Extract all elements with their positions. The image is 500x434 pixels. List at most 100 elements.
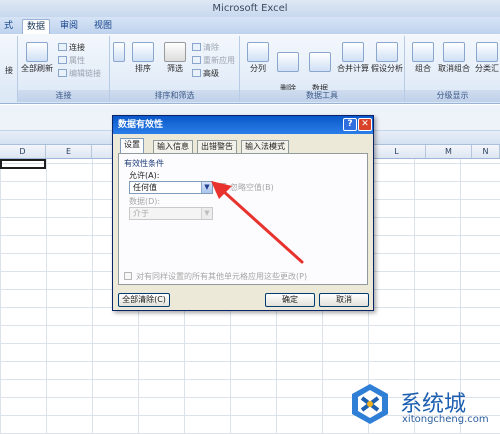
reapply-icon [192,56,201,64]
criteria-heading: 有效性条件 [124,159,164,168]
remove-duplicates-icon [277,52,299,72]
consolidate-icon [342,42,364,62]
edit-links-label: 编辑链接 [69,69,101,78]
advanced-filter-label: 高级 [203,69,219,78]
help-icon: ? [347,119,353,129]
properties-button[interactable]: 属性 [58,55,85,66]
edit-links-icon [58,69,67,77]
consolidate-button[interactable]: 合并计算 [336,42,370,74]
subtotal-label: 分类汇 [475,64,499,73]
column-header-m[interactable]: M [426,145,472,159]
clear-all-button[interactable]: 全部清除(C) [118,293,170,307]
dialog-tab-input-message[interactable]: 输入信息 [153,140,193,153]
watermark-url: xitongcheng.com [402,414,489,425]
what-if-analysis-button[interactable]: 假设分析 [369,42,405,74]
reapply-button[interactable]: 重新应用 [192,55,235,66]
window-title: Microsoft Excel [0,0,500,17]
tab-data[interactable]: 数据 [22,19,51,34]
sort-button[interactable]: 排序 [128,42,158,74]
split-label: 分列 [250,64,266,73]
data-value: 介于 [133,209,149,218]
refresh-all-label: 全部刷新 [21,64,53,73]
data-label: 数据(D): [129,197,161,206]
watermark-logo-icon [352,384,388,424]
ribbon-group-data-tools: 分列 删除 重复项 数据 有效性 合并计算 假设分析 数据工具 [240,36,405,103]
dialog-tab-settings[interactable]: 设置 [120,138,144,154]
funnel-icon [164,42,186,62]
group-icon [412,42,434,62]
close-icon: ✕ [361,119,369,129]
filter-label: 筛选 [167,64,183,73]
column-header-d[interactable]: D [0,145,46,159]
sort-label: 排序 [135,64,151,73]
sort-az-button[interactable] [112,42,126,64]
clipped-button-label[interactable]: 接 [0,66,18,76]
tab-review[interactable]: 审阅 [56,19,82,34]
subtotal-icon [476,42,498,62]
data-tools-group-label: 数据工具 [240,90,404,102]
apply-all-checkbox[interactable] [124,272,132,280]
watermark: 系统城 xitongcheng.com [340,378,500,434]
ribbon: 接 全部刷新 连接 属性 编辑链接 连接 排序 筛选 清除 重新应用 高级 排序… [0,34,500,104]
reapply-label: 重新应用 [203,56,235,65]
clear-filter-icon [192,43,201,51]
consolidate-label: 合并计算 [337,64,369,73]
data-select[interactable]: 介于 ▼ [129,207,213,220]
dialog-tab-error-alert[interactable]: 出错警告 [197,140,237,153]
sort-icon [132,42,154,62]
advanced-filter-button[interactable]: 高级 [192,68,219,79]
chevron-down-icon[interactable]: ▼ [201,182,212,193]
ok-button[interactable]: 确定 [265,293,315,307]
check-icon: ✓ [219,183,225,191]
ungroup-label: 取消组合 [438,64,470,73]
connections-label: 连接 [69,43,85,52]
what-if-icon [376,42,398,62]
ungroup-button[interactable]: 取消组合 [437,42,471,74]
refresh-all-button[interactable]: 全部刷新 [20,42,54,74]
chevron-down-icon[interactable]: ▼ [201,208,212,219]
column-header-l[interactable]: L [368,145,426,159]
clear-filter-label: 清除 [203,43,219,52]
clear-filter-button[interactable]: 清除 [192,42,219,53]
sort-ascending-icon [113,42,125,62]
dialog-title: 数据有效性 [113,116,373,134]
ribbon-group-sort-filter: 排序 筛选 清除 重新应用 高级 排序和筛选 [110,36,240,102]
advanced-filter-icon [192,69,201,77]
edit-links-button[interactable]: 编辑链接 [58,68,101,79]
close-button[interactable]: ✕ [358,118,372,131]
refresh-icon [26,42,48,62]
data-validation-icon [309,52,331,72]
subtotal-button[interactable]: 分类汇 [472,42,500,74]
data-validation-dialog: 数据有效性 ? ✕ 设置 输入信息 出错警告 输入法模式 有效性条件 允许(A)… [112,115,374,311]
ribbon-group-outline: 组合 取消组合 分类汇 分级显示 [405,36,500,102]
sort-filter-group-label: 排序和筛选 [110,90,239,102]
properties-icon [58,56,67,64]
active-cell[interactable] [0,159,46,169]
allow-label: 允许(A): [129,171,160,180]
tab-formulas-clipped[interactable]: 式 [0,19,17,34]
text-to-columns-button[interactable]: 分列 [244,42,272,74]
ribbon-tabs: 式 数据 审阅 视图 [0,17,500,34]
ungroup-icon [443,42,465,62]
apply-all-label: 对有同样设置的所有其他单元格应用这些更改(P) [136,272,308,281]
group-button[interactable]: 组合 [409,42,437,74]
allow-select[interactable]: 任何值 ▼ [129,181,213,194]
dialog-tab-ime-mode[interactable]: 输入法模式 [241,140,289,153]
connections-button[interactable]: 连接 [58,42,85,53]
connections-icon [58,43,67,51]
ribbon-group-connections: 全部刷新 连接 属性 编辑链接 连接 [18,36,110,102]
split-columns-icon [247,42,269,62]
column-header-e[interactable]: E [46,145,92,159]
group-label: 组合 [415,64,431,73]
filter-button[interactable]: 筛选 [160,42,190,74]
cancel-button[interactable]: 取消 [319,293,369,307]
column-header-n[interactable]: N [472,145,500,159]
ignore-blank-checkbox[interactable]: ✓ [218,183,226,191]
help-button[interactable]: ? [343,118,357,131]
tab-view[interactable]: 视图 [90,19,116,34]
ribbon-group-clipped: 接 [0,36,18,102]
settings-panel: 有效性条件 允许(A): 任何值 ▼ ✓ 忽略空值(B) 数据(D): 介于 ▼… [118,153,368,285]
connections-group-label: 连接 [18,90,109,102]
outline-group-label: 分级显示 [405,90,500,102]
properties-label: 属性 [69,56,85,65]
